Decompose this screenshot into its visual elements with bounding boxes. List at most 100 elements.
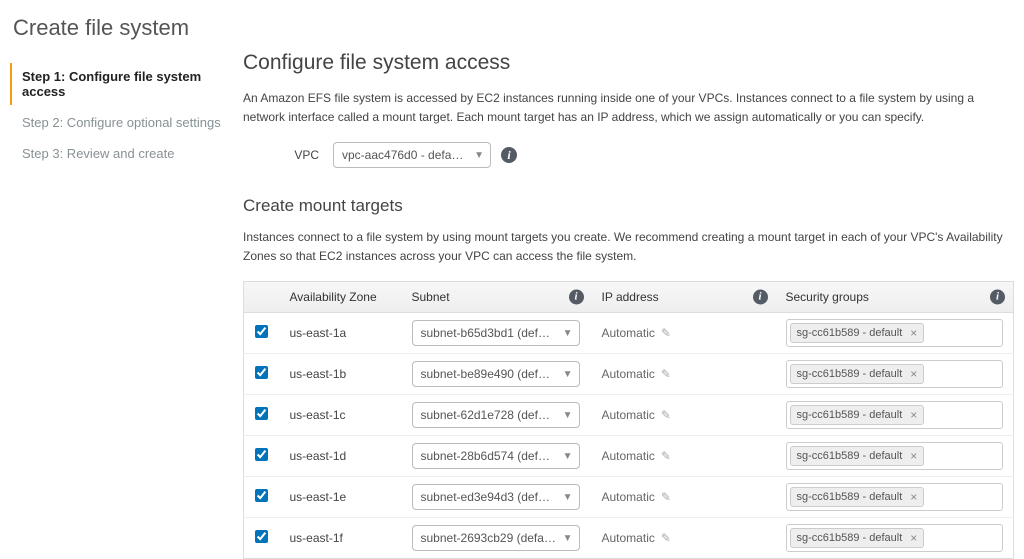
security-group-tag: sg-cc61b589 - default ×: [790, 323, 925, 343]
th-security-groups: Security groups i: [776, 282, 1014, 313]
th-ip-label: IP address: [602, 290, 659, 304]
availability-zone-cell: us-east-1d: [280, 436, 402, 477]
security-groups-input[interactable]: sg-cc61b589 - default ×: [786, 483, 1004, 511]
subnet-select[interactable]: subnet-b65d3bd1 (default) ▼: [412, 320, 580, 346]
subnet-select-value: subnet-b65d3bd1 (default): [421, 326, 557, 340]
info-icon[interactable]: i: [753, 290, 768, 305]
ip-address-cell: Automatic✎: [602, 326, 766, 340]
info-icon[interactable]: i: [990, 290, 1005, 305]
th-sg-label: Security groups: [786, 290, 869, 304]
security-groups-input[interactable]: sg-cc61b589 - default ×: [786, 360, 1004, 388]
security-group-tag-label: sg-cc61b589 - default: [797, 409, 903, 421]
ip-address-cell: Automatic ✎: [602, 449, 766, 463]
table-row: us-east-1c subnet-62d1e728 (default) ▼ Auto…: [244, 395, 1014, 436]
remove-icon[interactable]: ×: [910, 490, 917, 504]
row-checkbox[interactable]: [255, 448, 268, 461]
ip-address-value: Automatic: [602, 408, 655, 422]
pencil-icon[interactable]: ✎: [661, 326, 671, 340]
availability-zone-cell: us-east-1a: [280, 313, 402, 354]
info-icon[interactable]: i: [501, 147, 517, 163]
subnet-select[interactable]: subnet-ed3e94d3 (default) ▼: [412, 484, 580, 510]
security-group-tag-label: sg-cc61b589 - default: [797, 368, 903, 380]
section-mount-description: Instances connect to a file system by us…: [243, 228, 1014, 265]
ip-address-cell: Automatic ✎: [602, 408, 766, 422]
security-group-tag-label: sg-cc61b589 - default: [797, 327, 903, 339]
remove-icon[interactable]: ×: [910, 367, 917, 381]
vpc-row: VPC vpc-aac476d0 - default... ▼ i: [243, 142, 1014, 168]
subnet-select-value: subnet-62d1e728 (default): [421, 408, 557, 422]
security-groups-input[interactable]: sg-cc61b589 - default ×: [786, 524, 1004, 552]
row-checkbox[interactable]: [255, 366, 268, 379]
availability-zone-cell: us-east-1e: [280, 477, 402, 518]
pencil-icon[interactable]: ✎: [661, 490, 671, 504]
pencil-icon[interactable]: ✎: [661, 449, 671, 463]
remove-icon[interactable]: ×: [910, 408, 917, 422]
table-row: us-east-1d subnet-28b6d574 (default) ▼ Auto…: [244, 436, 1014, 477]
security-groups-input[interactable]: sg-cc61b589 - default ×: [786, 319, 1004, 347]
ip-address-cell: Automatic ✎: [602, 531, 766, 545]
ip-address-value: Automatic: [602, 449, 655, 463]
security-group-tag: sg-cc61b589 - default ×: [790, 405, 925, 425]
chevron-down-icon: ▼: [563, 451, 573, 462]
ip-address-cell: Automatic ✎: [602, 490, 766, 504]
ip-address-value: Automatic: [602, 490, 655, 504]
pencil-icon[interactable]: ✎: [661, 531, 671, 545]
step-3[interactable]: Step 3: Review and create: [10, 140, 225, 167]
security-group-tag: sg-cc61b589 - default ×: [790, 487, 925, 507]
th-check: [244, 282, 280, 313]
vpc-label: VPC: [243, 148, 333, 162]
subnet-select-value: subnet-be89e490 (default): [421, 367, 557, 381]
table-row: us-east-1bsubnet-be89e490 (default)▼Auto…: [244, 354, 1014, 395]
remove-icon[interactable]: ×: [910, 449, 917, 463]
th-ip-address: IP address i: [592, 282, 776, 313]
mount-targets-table: Availability Zone Subnet i IP address i …: [243, 281, 1014, 559]
security-groups-input[interactable]: sg-cc61b589 - default ×: [786, 401, 1004, 429]
section-mount-title: Create mount targets: [243, 196, 1014, 216]
vpc-select-value: vpc-aac476d0 - default...: [342, 148, 468, 162]
section-configure-description: An Amazon EFS file system is accessed by…: [243, 89, 1014, 126]
ip-address-value: Automatic: [602, 531, 655, 545]
table-row: us-east-1f subnet-2693cb29 (default)▼ Auto…: [244, 518, 1014, 559]
security-group-tag-label: sg-cc61b589 - default: [797, 491, 903, 503]
pencil-icon[interactable]: ✎: [661, 367, 671, 381]
security-group-tag-label: sg-cc61b589 - default: [797, 532, 903, 544]
chevron-down-icon: ▼: [563, 369, 573, 380]
table-row: us-east-1e subnet-ed3e94d3 (default) ▼ Auto…: [244, 477, 1014, 518]
row-checkbox[interactable]: [255, 489, 268, 502]
row-checkbox[interactable]: [255, 530, 268, 543]
row-checkbox[interactable]: [255, 407, 268, 420]
page-title: Create file system: [10, 15, 225, 41]
chevron-down-icon: ▼: [563, 533, 573, 544]
security-group-tag-label: sg-cc61b589 - default: [797, 450, 903, 462]
security-group-tag: sg-cc61b589 - default ×: [790, 364, 925, 384]
chevron-down-icon: ▼: [563, 410, 573, 421]
subnet-select-value: subnet-28b6d574 (default): [421, 449, 557, 463]
th-availability-zone: Availability Zone: [280, 282, 402, 313]
remove-icon[interactable]: ×: [910, 326, 917, 340]
ip-address-value: Automatic: [602, 367, 655, 381]
security-group-tag: sg-cc61b589 - default ×: [790, 528, 925, 548]
subnet-select[interactable]: subnet-2693cb29 (default)▼: [412, 525, 580, 551]
step-2[interactable]: Step 2: Configure optional settings: [10, 109, 225, 136]
availability-zone-cell: us-east-1f: [280, 518, 402, 559]
main-content: Configure file system access An Amazon E…: [235, 15, 1014, 521]
remove-icon[interactable]: ×: [910, 531, 917, 545]
row-checkbox[interactable]: [255, 325, 268, 338]
th-subnet: Subnet i: [402, 282, 592, 313]
chevron-down-icon: ▼: [474, 150, 484, 161]
info-icon[interactable]: i: [569, 290, 584, 305]
chevron-down-icon: ▼: [563, 492, 573, 503]
security-groups-input[interactable]: sg-cc61b589 - default ×: [786, 442, 1004, 470]
subnet-select[interactable]: subnet-be89e490 (default) ▼: [412, 361, 580, 387]
chevron-down-icon: ▼: [563, 328, 573, 339]
subnet-select[interactable]: subnet-28b6d574 (default) ▼: [412, 443, 580, 469]
subnet-select[interactable]: subnet-62d1e728 (default) ▼: [412, 402, 580, 428]
step-1[interactable]: Step 1: Configure file system access: [10, 63, 225, 105]
vpc-select[interactable]: vpc-aac476d0 - default... ▼: [333, 142, 491, 168]
table-row: us-east-1a subnet-b65d3bd1 (default) ▼ Auto…: [244, 313, 1014, 354]
subnet-select-value: subnet-ed3e94d3 (default): [421, 490, 557, 504]
security-group-tag: sg-cc61b589 - default ×: [790, 446, 925, 466]
availability-zone-cell: us-east-1c: [280, 395, 402, 436]
pencil-icon[interactable]: ✎: [661, 408, 671, 422]
section-configure-title: Configure file system access: [243, 51, 1014, 75]
